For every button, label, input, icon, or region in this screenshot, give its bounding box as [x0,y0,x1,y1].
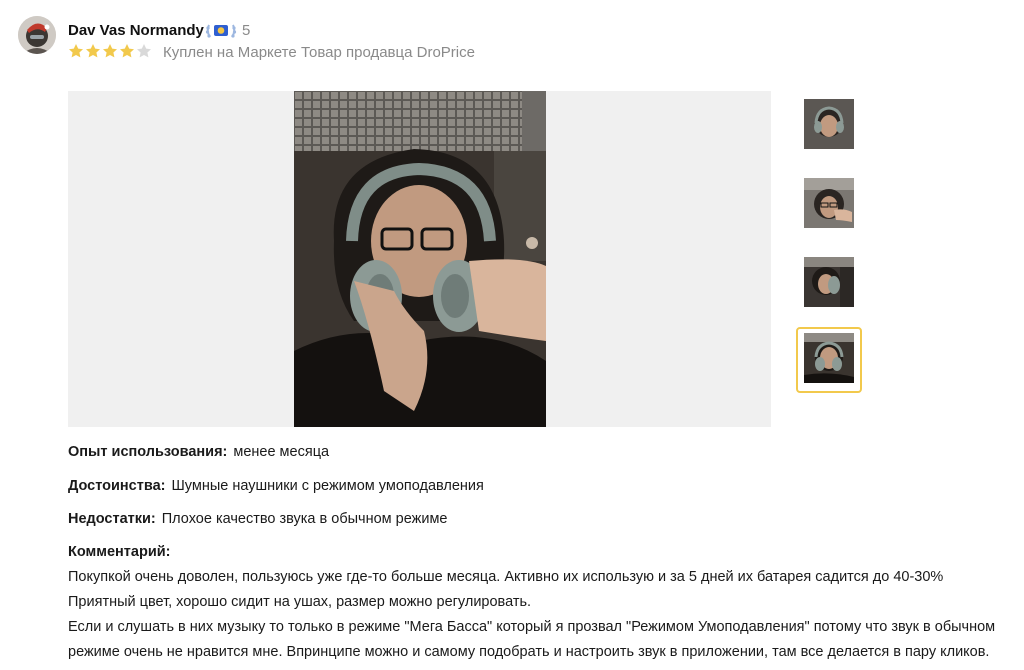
pros-field: Достоинства: Шумные наушники с режимом ум… [68,478,484,494]
usage-value: менее месяца [233,444,330,460]
pros-label: Достоинства: [68,478,166,494]
usage-field: Опыт использования: менее месяца [68,444,329,460]
comment-line: режиме очень не нравится мне. Впринципе … [68,644,990,660]
laurel-badge-icon [204,21,238,41]
comment-line: Если и слушать в них музыку то только в … [68,619,996,635]
star-icon [120,44,134,58]
star-icon [69,44,83,58]
author-name[interactable]: Dav Vas Normandy [68,22,204,39]
rating-stars [68,43,152,63]
usage-label: Опыт использования: [68,444,228,460]
photo-gallery [68,91,771,427]
cons-label: Недостатки: [68,511,156,527]
star-icon [103,44,117,58]
main-photo[interactable] [294,91,546,427]
pros-value: Шумные наушники с режимом умоподавления [171,478,484,494]
badge-count: 5 [242,22,251,39]
star-icon [137,44,151,58]
avatar[interactable] [18,16,56,54]
star-icon [86,44,100,58]
gallery-thumbnail-2[interactable] [804,178,854,228]
comment-label: Комментарий: [68,544,171,560]
gallery-thumbnail-1[interactable] [804,99,854,149]
cons-field: Недостатки: Плохое качество звука в обычн… [68,511,447,527]
gallery-thumbnail-4[interactable] [804,333,854,383]
comment-line: Покупкой очень доволен, пользуюсь уже гд… [68,569,944,585]
cons-value: Плохое качество звука в обычном режиме [161,511,448,527]
comment-line: Приятный цвет, хорошо сидит на ушах, раз… [68,594,532,610]
seller-tag: Товар продавца DroPrice [301,44,475,61]
gallery-thumbnail-3[interactable] [804,257,854,307]
purchase-tag: Куплен на Маркете [163,44,297,61]
